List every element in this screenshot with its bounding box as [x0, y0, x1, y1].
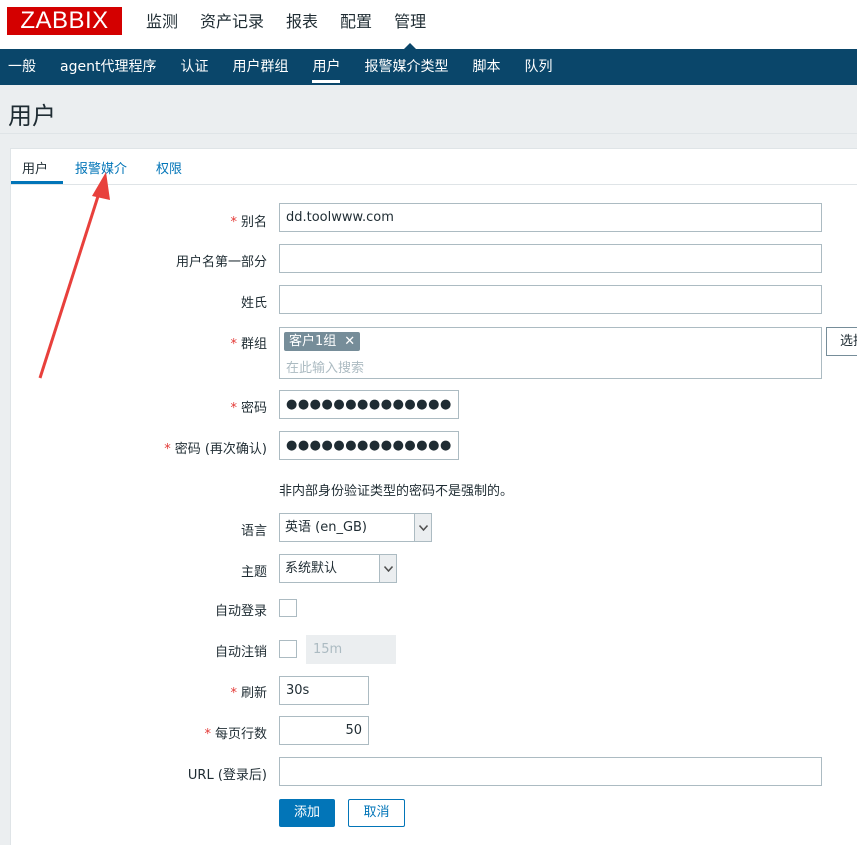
- groups-multiselect[interactable]: 客户1组 ✕ 在此输入搜索: [279, 327, 822, 379]
- sub-nav-media-types[interactable]: 报警媒介类型: [364, 49, 448, 85]
- main-nav-configuration[interactable]: 配置: [340, 0, 372, 49]
- main-nav-monitoring[interactable]: 监测: [146, 0, 178, 49]
- top-bar: ZABBIX 监测 资产记录 报表 配置 管理: [0, 0, 857, 49]
- sub-nav-queue[interactable]: 队列: [524, 49, 552, 85]
- autologout-checkbox[interactable]: [279, 640, 297, 658]
- add-button[interactable]: 添加: [279, 799, 335, 827]
- autologout-input: 15m: [306, 635, 396, 664]
- autologin-label: 自动登录: [214, 604, 267, 619]
- sub-nav-proxies[interactable]: agent代理程序: [60, 49, 156, 85]
- chevron-down-icon: [414, 514, 431, 541]
- group-chip: 客户1组 ✕: [284, 332, 361, 351]
- active-tab-indicator: [11, 181, 63, 184]
- tab-bar: 用户 报警媒介 权限: [11, 149, 857, 185]
- required-mark: *: [230, 401, 237, 416]
- remove-chip-icon[interactable]: ✕: [344, 334, 355, 349]
- autologout-label: 自动注销: [214, 645, 267, 660]
- url-input[interactable]: [279, 757, 822, 786]
- name-input[interactable]: [279, 244, 822, 273]
- required-mark: *: [230, 215, 237, 230]
- surname-input[interactable]: [279, 285, 822, 314]
- surname-label: 姓氏: [240, 296, 267, 311]
- rows-per-page-label: * 每页行数: [204, 727, 267, 742]
- refresh-input[interactable]: 30s: [279, 676, 369, 705]
- password-confirm-input[interactable]: ●●●●●●●●●●●●●●: [279, 431, 459, 460]
- sub-nav-users[interactable]: 用户: [312, 49, 341, 85]
- refresh-label: * 刷新: [230, 686, 267, 701]
- main-nav-reports[interactable]: 报表: [286, 0, 318, 49]
- tab-permissions[interactable]: 权限: [156, 158, 182, 177]
- sub-nav-scripts[interactable]: 脚本: [472, 49, 500, 85]
- theme-select[interactable]: 系统默认: [279, 554, 397, 583]
- groups-label: * 群组: [230, 337, 267, 352]
- chevron-down-icon: [379, 555, 396, 582]
- sub-nav-general[interactable]: 一般: [8, 49, 36, 85]
- required-mark: *: [230, 686, 237, 701]
- required-mark: *: [230, 337, 237, 352]
- cancel-button[interactable]: 取消: [348, 799, 405, 827]
- name-label: 用户名第一部分: [175, 255, 267, 270]
- language-select[interactable]: 英语 (en_GB): [279, 513, 432, 542]
- password-input[interactable]: ●●●●●●●●●●●●●●: [279, 390, 459, 419]
- main-nav: 监测 资产记录 报表 配置 管理: [146, 0, 448, 49]
- page-title: 用户: [8, 102, 56, 130]
- sub-nav: 一般 agent代理程序 认证 用户群组 用户 报警媒介类型 脚本 队列: [0, 49, 857, 85]
- alias-input[interactable]: [279, 203, 822, 232]
- required-mark: *: [204, 727, 211, 742]
- password-label: * 密码: [230, 401, 267, 416]
- main-nav-inventory[interactable]: 资产记录: [200, 0, 264, 49]
- main-nav-administration[interactable]: 管理: [394, 0, 426, 49]
- language-label: 语言: [240, 524, 267, 539]
- header-divider: [0, 133, 857, 134]
- tab-user[interactable]: 用户: [22, 158, 48, 177]
- alias-label: * 别名: [230, 215, 267, 230]
- url-label: URL (登录后): [187, 768, 267, 783]
- tab-media[interactable]: 报警媒介: [75, 158, 127, 177]
- required-mark: *: [164, 442, 171, 457]
- select-groups-button[interactable]: 选择: [826, 327, 857, 356]
- autologin-checkbox[interactable]: [279, 599, 297, 617]
- sub-nav-user-groups[interactable]: 用户群组: [232, 49, 288, 85]
- password-confirm-label: * 密码 (再次确认): [164, 442, 267, 457]
- zabbix-logo[interactable]: ZABBIX: [7, 7, 122, 35]
- user-form-card: 用户 报警媒介 权限 *别名 用户名第一部分 姓氏 *群组 客户1组✕ 在此输入…: [10, 148, 857, 845]
- password-note: 非内部身份验证类型的密码不是强制的。: [279, 484, 514, 499]
- rows-per-page-input[interactable]: 50: [279, 716, 369, 745]
- groups-search-placeholder[interactable]: 在此输入搜索: [286, 357, 364, 376]
- theme-label: 主题: [240, 565, 267, 580]
- sub-nav-authentication[interactable]: 认证: [180, 49, 208, 85]
